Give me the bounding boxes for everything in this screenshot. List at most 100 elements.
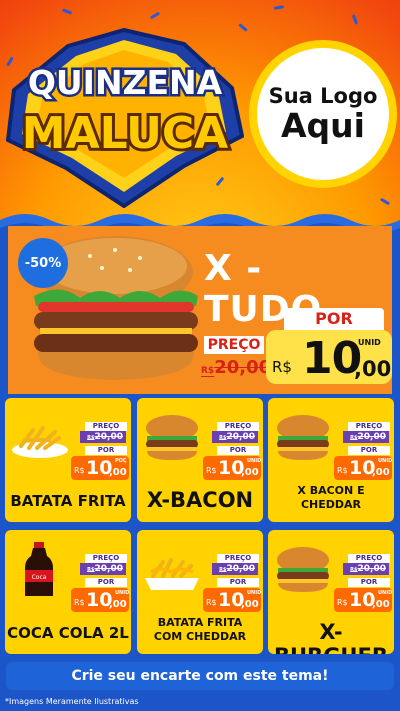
cta-banner[interactable]: Crie seu encarte com este tema! [6,662,394,690]
price-dec: ,00 [372,467,390,478]
old-currency: R$ [350,435,358,441]
price-int: 10 [302,333,362,384]
old-currency: R$ [219,435,227,441]
flyer: QUINZENA MALUCA Sua Logo Aqui -50% X - T… [0,0,400,711]
price-unit: UNID [378,590,393,596]
price-currency: R$ [337,598,348,607]
price-dec: ,00 [241,467,259,478]
old-currency: R$ [350,567,358,573]
product-card: PREÇO R$20,00 POR R$ 10 UNID ,00 X-BACON [137,398,263,522]
old-int: 20 [94,564,108,574]
price-currency: R$ [206,466,217,475]
discount-badge: -50% [18,238,68,288]
por-label: POR [217,578,259,587]
price-dec: ,00 [109,599,127,610]
old-price: R$20,00 [80,431,126,443]
old-dec: ,00 [370,564,386,574]
confetti [351,14,359,25]
product-name: X-BURGUER [274,620,388,654]
price-currency: R$ [337,466,348,475]
por-label: POR [85,578,127,587]
price: R$ 10 UNID ,00 [334,456,392,480]
price-currency: R$ [272,358,292,376]
featured-old-price: R$20,00 [201,357,271,378]
old-int: 20 [357,564,371,574]
price-currency: R$ [206,598,217,607]
fries-icon [9,410,71,466]
price: R$ 10 POÇ ,00 [71,456,129,480]
burger-icon [272,410,334,466]
old-dec: ,00 [107,564,123,574]
old-int: 20 [94,432,108,442]
svg-text:Coca: Coca [32,574,47,581]
price-unit: UNID [358,338,381,347]
title-line1: QUINZENA [28,63,223,102]
featured-product: -50% X - TUDO PREÇO R$20,00 POR R$ 10 UN… [8,226,392,394]
featured-preco-label: PREÇO [204,336,264,354]
price-dec: ,00 [354,357,392,381]
featured-por-label: POR [284,308,384,330]
old-int: 20 [357,432,371,442]
old-int: 20 [226,432,240,442]
product-name: X BACON E CHEDDAR [297,484,365,511]
por-label: POR [348,446,390,455]
fries-cheddar-icon [141,542,203,598]
por-label: POR [85,446,127,455]
old-int: 20 [214,357,240,378]
price-unit: UNID [247,590,262,596]
title-badge: QUINZENA MALUCA [6,28,244,208]
price: R$ 10 UNID ,00 [71,588,129,612]
price-currency: R$ [74,466,85,475]
old-dec: ,00 [239,432,255,442]
featured-price: R$ 10 UNID ,00 [266,330,392,384]
price-dec: ,00 [241,599,259,610]
preco-label: PREÇO [348,422,390,431]
old-dec: ,00 [239,564,255,574]
price: R$ 10 UNID ,00 [203,588,261,612]
old-price: R$20,00 [343,563,389,575]
burger-icon [141,410,203,466]
old-price: R$20,00 [212,431,258,443]
price-dec: ,00 [109,467,127,478]
product-name: COCA COLA 2L [7,624,129,642]
preco-label: PREÇO [348,554,390,563]
product-card: PREÇO R$20,00 POR R$ 10 UNID ,00 BATATA FRITA C… [137,530,263,654]
old-price: R$20,00 [80,563,126,575]
price: R$ 10 UNID ,00 [203,456,261,480]
disclaimer: *Imagens Meramente Ilustrativas [5,697,139,706]
por-label: POR [217,446,259,455]
old-currency: R$ [87,435,95,441]
preco-label: PREÇO [85,422,127,431]
preco-label: PREÇO [217,422,259,431]
old-currency: R$ [219,567,227,573]
old-price: R$20,00 [343,431,389,443]
product-name: BATATA FRITA COM CHEDDAR [153,616,247,643]
confetti [273,5,285,10]
logo-placeholder: Sua Logo Aqui [249,40,397,188]
product-card: Coca PREÇO R$20,00 POR R$ 10 UNID ,00 COCA COLA … [5,530,131,654]
burger-icon [272,542,334,598]
product-card: PREÇO R$20,00 POR R$ 10 UNID ,00 X BACON E CHED… [268,398,394,522]
confetti [149,11,161,20]
soda-bottle-icon: Coca [9,542,71,598]
confetti [61,8,73,15]
product-card: PREÇO R$20,00 POR R$ 10 POÇ ,00 BATATA FRITA [5,398,131,522]
price-dec: ,00 [372,599,390,610]
title-line2: MALUCA [22,108,228,159]
price-unit: UNID [378,458,393,464]
logo-line2: Aqui [281,106,365,145]
old-currency: R$ [87,567,95,573]
old-dec: ,00 [107,432,123,442]
price-unit: POÇ [115,458,127,464]
confetti [379,197,391,206]
product-card: PREÇOR$20,00PORR$10UNID,00X-BURGUER [268,530,394,654]
product-name: BATATA FRITA [10,492,126,510]
old-currency: R$ [201,366,215,376]
product-name: X-BACON [146,488,254,512]
por-label: POR [348,578,390,587]
header: QUINZENA MALUCA Sua Logo Aqui [0,0,400,232]
logo-line1: Sua Logo [268,84,378,108]
price-currency: R$ [74,598,85,607]
old-price: R$20,00 [212,563,258,575]
price-unit: UNID [247,458,262,464]
